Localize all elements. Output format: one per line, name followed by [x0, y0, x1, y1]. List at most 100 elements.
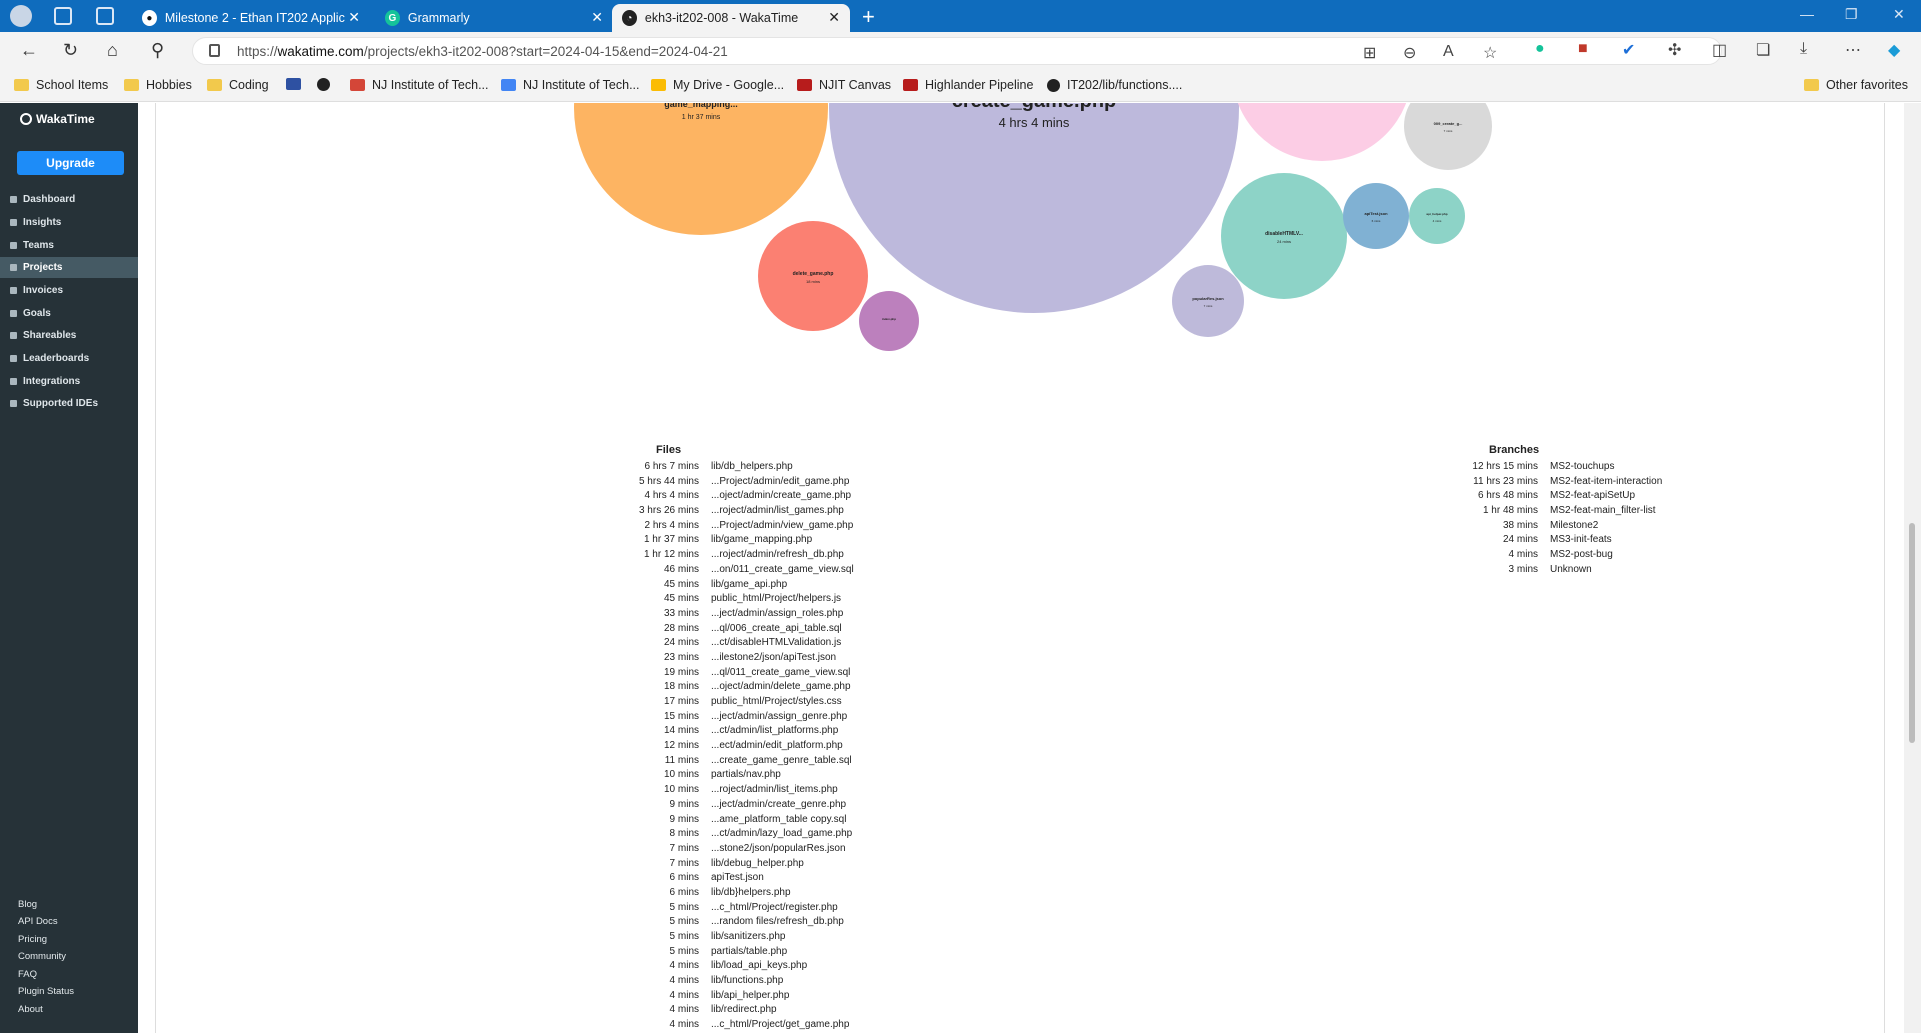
sidebar-item-leaderboards[interactable]: Leaderboards: [0, 348, 138, 369]
file-row[interactable]: 24 mins ...ct/disableHTMLValidation.js: [596, 637, 854, 652]
footer-link-about[interactable]: About: [18, 1004, 43, 1015]
file-row[interactable]: 19 mins ...ql/011_create_game_view.sql: [596, 667, 854, 682]
file-row[interactable]: 2 hrs 4 mins ...Project/admin/view_game.p…: [596, 520, 854, 535]
file-row[interactable]: 5 mins ...c_html/Project/register.php: [596, 902, 854, 917]
file-row[interactable]: 4 mins lib/api_helper.php: [596, 990, 854, 1005]
search-icon[interactable]: ⚲: [151, 40, 164, 61]
file-row[interactable]: 33 mins ...ject/admin/assign_roles.php: [596, 608, 854, 623]
file-row[interactable]: 5 mins partials/table.php: [596, 946, 854, 961]
sidebar-item-supported-ides[interactable]: Supported IDEs: [0, 393, 138, 414]
close-icon[interactable]: ✕: [348, 9, 360, 26]
branch-row[interactable]: 4 mins MS2-post-bug: [1426, 549, 1662, 564]
file-row[interactable]: 5 mins ...random files/refresh_db.php: [596, 916, 854, 931]
bubble-circle[interactable]: [829, 103, 1239, 313]
file-bubble[interactable]: disableHTMLV... 24 mins: [1221, 173, 1347, 299]
bookmark-it202-functions[interactable]: IT202/lib/functions....: [1047, 78, 1182, 92]
restore-icon[interactable]: ❐: [1845, 6, 1858, 23]
file-row[interactable]: 17 mins public_html/Project/styles.css: [596, 696, 854, 711]
file-row[interactable]: 5 hrs 44 mins ...Project/admin/edit_game.…: [596, 476, 854, 491]
branch-row[interactable]: 6 hrs 48 mins MS2-feat-apiSetUp: [1426, 490, 1662, 505]
file-bubble[interactable]: 009_create_g... 7 mins: [1404, 103, 1492, 170]
file-row[interactable]: 9 mins ...ame_platform_table copy.sql: [596, 814, 854, 829]
new-tab-icon[interactable]: +: [862, 4, 875, 30]
file-row[interactable]: 6 hrs 7 mins lib/db_helpers.php: [596, 461, 854, 476]
close-icon[interactable]: ✕: [591, 9, 603, 26]
bookmark-highlander-pipeline[interactable]: Highlander Pipeline: [903, 78, 1033, 92]
bookmark-github[interactable]: [317, 78, 337, 91]
file-row[interactable]: 1 hr 12 mins ...roject/admin/refresh_db.p…: [596, 549, 854, 564]
file-row[interactable]: 8 mins ...ct/admin/lazy_load_game.php: [596, 828, 854, 843]
read-aloud-icon[interactable]: A: [1443, 43, 1454, 61]
tab-grammarly[interactable]: G Grammarly ✕: [375, 4, 613, 32]
workspaces-icon[interactable]: [54, 7, 72, 25]
file-row[interactable]: 28 mins ...ql/006_create_api_table.sql: [596, 623, 854, 638]
back-icon[interactable]: ←: [20, 40, 38, 61]
file-row[interactable]: 5 mins lib/sanitizers.php: [596, 931, 854, 946]
branch-row[interactable]: 24 mins MS3-init-feats: [1426, 534, 1662, 549]
file-bubble[interactable]: api_helper.php 4 mins: [1409, 188, 1465, 244]
footer-link-api-docs[interactable]: API Docs: [18, 916, 58, 927]
sidebar-item-projects[interactable]: Projects: [0, 257, 138, 278]
bookmark-mal[interactable]: [286, 78, 308, 90]
close-window-icon[interactable]: ✕: [1893, 6, 1905, 23]
branch-row[interactable]: 38 mins Milestone2: [1426, 520, 1662, 535]
page-scrollbar[interactable]: [1904, 103, 1921, 1033]
bookmark-coding[interactable]: Coding: [207, 78, 269, 92]
bubble-circle[interactable]: [1404, 103, 1492, 170]
file-row[interactable]: 18 mins ...oject/admin/delete_game.php: [596, 681, 854, 696]
refresh-icon[interactable]: ↻: [63, 40, 78, 61]
file-row[interactable]: 7 mins ...stone2/json/popularRes.json: [596, 843, 854, 858]
sidebar-item-integrations[interactable]: Integrations: [0, 371, 138, 392]
footer-link-community[interactable]: Community: [18, 951, 66, 962]
file-row[interactable]: 45 mins lib/game_api.php: [596, 579, 854, 594]
sidebar-item-insights[interactable]: Insights: [0, 212, 138, 233]
file-row[interactable]: 3 hrs 26 mins ...roject/admin/list_games.…: [596, 505, 854, 520]
bookmark-njit-canvas[interactable]: NJIT Canvas: [797, 78, 891, 92]
bookmark-school-items[interactable]: School Items: [14, 78, 108, 92]
bubble-circle[interactable]: [1409, 188, 1465, 244]
tab-wakatime[interactable]: ◔ ekh3-it202-008 - WakaTime ✕: [612, 4, 850, 32]
sidebar-item-goals[interactable]: Goals: [0, 303, 138, 324]
sidebar-item-teams[interactable]: Teams: [0, 235, 138, 256]
split-screen-icon[interactable]: ◫: [1712, 40, 1727, 60]
copilot-icon[interactable]: ◆: [1888, 40, 1900, 60]
bubble-circle[interactable]: [1172, 265, 1244, 337]
tab-milestone[interactable]: ● Milestone 2 - Ethan IT202 Applic ✕: [132, 4, 370, 32]
home-icon[interactable]: ⌂: [107, 40, 118, 61]
file-row[interactable]: 15 mins ...ject/admin/assign_genre.php: [596, 711, 854, 726]
bubble-circle[interactable]: [1343, 183, 1409, 249]
file-row[interactable]: 4 mins lib/redirect.php: [596, 1004, 854, 1019]
branch-row[interactable]: 12 hrs 15 mins MS2-touchups: [1426, 461, 1662, 476]
bookmark-njit-calendar[interactable]: NJ Institute of Tech...: [501, 78, 640, 92]
profile-avatar-icon[interactable]: [10, 5, 32, 27]
file-bubble[interactable]: game_mapping... 1 hr 37 mins: [574, 103, 828, 235]
bookmark-njit-mail[interactable]: NJ Institute of Tech...: [350, 78, 489, 92]
bookmark-my-drive[interactable]: My Drive - Google...: [651, 78, 784, 92]
file-row[interactable]: 12 mins ...ect/admin/edit_platform.php: [596, 740, 854, 755]
sidebar-item-dashboard[interactable]: Dashboard: [0, 189, 138, 210]
grammarly-extension-icon[interactable]: ●: [1535, 40, 1545, 58]
file-row[interactable]: 14 mins ...ct/admin/list_platforms.php: [596, 725, 854, 740]
bookmark-other-favorites[interactable]: Other favorites: [1804, 78, 1908, 92]
file-row[interactable]: 4 hrs 4 mins ...oject/admin/create_game.p…: [596, 490, 854, 505]
more-menu-icon[interactable]: ⋯: [1845, 40, 1861, 60]
wakatime-brand[interactable]: WakaTime: [20, 112, 95, 126]
vertical-tabs-icon[interactable]: [96, 7, 114, 25]
file-row[interactable]: 45 mins public_html/Project/helpers.js: [596, 593, 854, 608]
downloads-icon[interactable]: ⤓: [1800, 40, 1807, 58]
file-bubble[interactable]: popularRes.json 7 mins: [1172, 265, 1244, 337]
extension-icon[interactable]: ■: [1578, 40, 1588, 58]
footer-link-faq[interactable]: FAQ: [18, 969, 37, 980]
file-row[interactable]: 46 mins ...on/011_create_game_view.sql: [596, 564, 854, 579]
minimize-icon[interactable]: —: [1800, 6, 1814, 22]
zoom-icon[interactable]: ⊖: [1403, 43, 1416, 63]
address-bar[interactable]: https://wakatime.com/projects/ekh3-it202…: [192, 37, 1722, 65]
file-row[interactable]: 11 mins ...create_game_genre_table.sql: [596, 755, 854, 770]
scrollbar-thumb[interactable]: [1909, 523, 1915, 743]
file-row[interactable]: 23 mins ...ilestone2/json/apiTest.json: [596, 652, 854, 667]
extensions-puzzle-icon[interactable]: ✣: [1668, 40, 1681, 60]
file-row[interactable]: 6 mins lib/db}helpers.php: [596, 887, 854, 902]
close-icon[interactable]: ✕: [828, 9, 840, 26]
file-bubble[interactable]: apiTest.json 6 mins: [1343, 183, 1409, 249]
bookmark-hobbies[interactable]: Hobbies: [124, 78, 192, 92]
